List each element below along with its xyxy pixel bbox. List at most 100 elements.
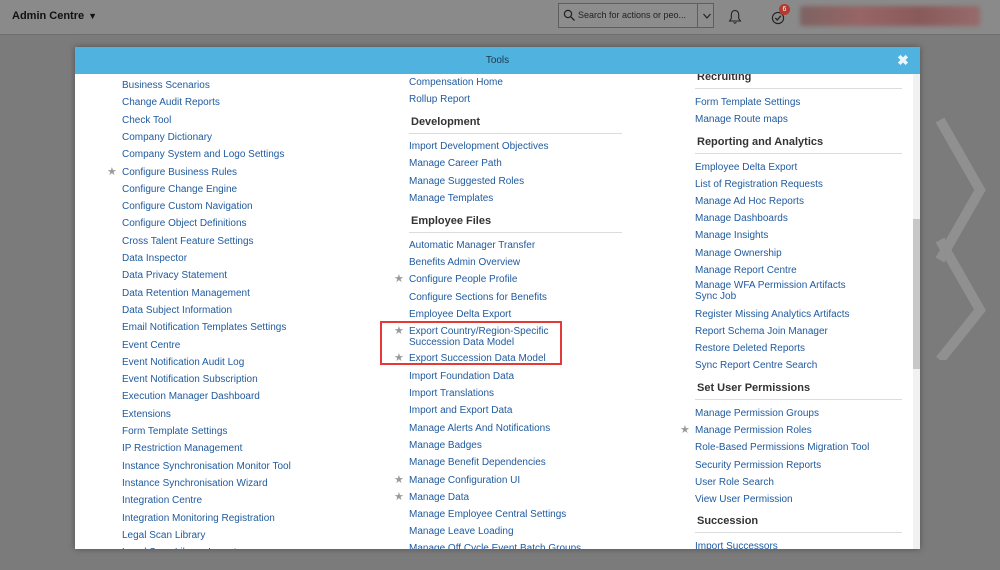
tool-link[interactable]: Import Translations bbox=[409, 388, 494, 399]
tool-link[interactable]: Manage Badges bbox=[409, 440, 482, 451]
tool-link-label: Employee Delta Export bbox=[695, 162, 798, 173]
tool-link[interactable]: Event Notification Audit Log bbox=[122, 357, 244, 368]
tool-link[interactable]: Extensions bbox=[122, 409, 171, 420]
tool-link[interactable]: Manage Leave Loading bbox=[409, 526, 514, 537]
tool-link[interactable]: Integration Monitoring Registration bbox=[122, 513, 275, 524]
scrollbar-thumb[interactable] bbox=[913, 219, 920, 369]
tool-link[interactable]: Manage Benefit Dependencies bbox=[409, 457, 546, 468]
tool-link[interactable]: Manage Permission Groups bbox=[695, 408, 819, 419]
tool-link[interactable]: Security Permission Reports bbox=[695, 460, 821, 471]
tool-link[interactable]: IP Restriction Management bbox=[122, 443, 242, 454]
tool-link[interactable]: Register Missing Analytics Artifacts bbox=[695, 309, 870, 320]
tool-link[interactable]: Role-Based Permissions Migration Tool bbox=[695, 442, 869, 453]
tool-link[interactable]: Employee Delta Export bbox=[695, 162, 797, 173]
tool-link-label: View User Permission bbox=[695, 494, 793, 505]
tool-link-label: Configure Sections for Benefits bbox=[409, 292, 547, 303]
tool-link[interactable]: Data Privacy Statement bbox=[122, 270, 227, 281]
favorite-star-icon[interactable]: ★ bbox=[394, 274, 404, 285]
tool-link[interactable]: Manage Report Centre bbox=[695, 265, 797, 276]
tool-link[interactable]: Manage WFA Permission Artifacts Sync Job bbox=[695, 280, 870, 302]
tool-link[interactable]: Event Notification Subscription bbox=[122, 374, 258, 385]
tool-link[interactable]: Configure Custom Navigation bbox=[122, 201, 253, 212]
tool-link[interactable]: Employee Delta Export bbox=[409, 309, 511, 320]
favorite-star-icon[interactable]: ★ bbox=[394, 326, 404, 337]
favorite-star-icon[interactable]: ★ bbox=[394, 353, 404, 364]
tool-link[interactable]: Data Inspector bbox=[122, 253, 187, 264]
tool-link[interactable]: Legal Scan Library Import bbox=[122, 547, 237, 549]
tool-link[interactable]: Rollup Report bbox=[409, 94, 470, 105]
tool-link[interactable]: Manage Alerts And Notifications bbox=[409, 423, 550, 434]
chevron-down-icon[interactable] bbox=[702, 11, 712, 21]
tool-link[interactable]: Event Centre bbox=[122, 340, 180, 351]
favorite-star-icon[interactable]: ★ bbox=[394, 492, 404, 503]
tool-link[interactable]: Manage Employee Central Settings bbox=[409, 509, 566, 520]
tool-link[interactable]: Benefits Admin Overview bbox=[409, 257, 520, 268]
tool-link[interactable]: Form Template Settings bbox=[695, 97, 800, 108]
tool-link[interactable]: Manage Dashboards bbox=[695, 213, 788, 224]
tool-link[interactable]: Execution Manager Dashboard bbox=[122, 391, 260, 402]
tool-link[interactable]: Import Foundation Data bbox=[409, 371, 514, 382]
tool-link[interactable]: Manage Off Cycle Event Batch Groups bbox=[409, 543, 581, 549]
tool-link[interactable]: Company System and Logo Settings bbox=[122, 149, 284, 160]
tool-link[interactable]: Data Retention Management bbox=[122, 288, 250, 299]
tool-link[interactable]: ★ Configure People Profile bbox=[394, 274, 517, 286]
tool-link[interactable]: Check Tool bbox=[122, 115, 171, 126]
tool-link[interactable]: Manage Career Path bbox=[409, 158, 502, 169]
tool-link[interactable]: Email Notification Templates Settings bbox=[122, 322, 286, 333]
tool-link-label: Manage Ownership bbox=[695, 248, 782, 259]
tool-link[interactable]: Manage Templates bbox=[409, 193, 493, 204]
bell-icon[interactable] bbox=[728, 9, 742, 25]
search-input[interactable]: Search for actions or peo... bbox=[578, 10, 696, 20]
tool-link[interactable]: View User Permission bbox=[695, 494, 793, 505]
tool-link[interactable]: List of Registration Requests bbox=[695, 179, 823, 190]
close-icon[interactable]: ✖ bbox=[896, 53, 910, 67]
tool-link[interactable]: Cross Talent Feature Settings bbox=[122, 236, 254, 247]
tool-link-label: Manage Permission Roles bbox=[695, 425, 812, 437]
tool-link[interactable]: Change Audit Reports bbox=[122, 97, 220, 108]
tool-link[interactable]: Manage Insights bbox=[695, 230, 768, 241]
tool-link[interactable]: Manage Ad Hoc Reports bbox=[695, 196, 804, 207]
tool-link[interactable]: Company Dictionary bbox=[122, 132, 212, 143]
tool-link-label: Cross Talent Feature Settings bbox=[122, 235, 254, 247]
tool-link[interactable]: Instance Synchronisation Wizard bbox=[122, 478, 268, 489]
favorite-star-icon[interactable]: ★ bbox=[680, 425, 690, 436]
tool-link[interactable]: ★ Manage Configuration UI bbox=[394, 475, 520, 487]
tool-link[interactable]: Data Subject Information bbox=[122, 305, 232, 316]
tool-link[interactable]: Legal Scan Library bbox=[122, 530, 205, 541]
tool-link[interactable]: ★ Export Succession Data Model bbox=[394, 353, 546, 365]
tool-link[interactable]: ★ Manage Data bbox=[394, 492, 469, 504]
tool-link-label: Manage Alerts And Notifications bbox=[409, 423, 551, 434]
tool-link[interactable]: User Role Search bbox=[695, 477, 774, 488]
favorite-star-icon[interactable]: ★ bbox=[394, 475, 404, 486]
caret-down-icon: ▼ bbox=[88, 11, 98, 21]
tool-link[interactable]: Compensation Home bbox=[409, 77, 503, 88]
tool-link[interactable]: Manage Route maps bbox=[695, 114, 788, 125]
tool-link[interactable]: ★ Configure Business Rules bbox=[107, 166, 237, 178]
tool-link[interactable]: Integration Centre bbox=[122, 495, 202, 506]
tool-link[interactable]: Business Scenarios bbox=[122, 80, 210, 91]
tool-link[interactable]: Import Development Objectives bbox=[409, 141, 549, 152]
app-title-menu[interactable]: Admin Centre ▼ bbox=[12, 10, 97, 22]
tool-link[interactable]: Import Successors bbox=[695, 541, 778, 549]
tool-link[interactable]: Configure Sections for Benefits bbox=[409, 292, 547, 303]
tool-link[interactable]: Instance Synchronisation Monitor Tool bbox=[122, 461, 291, 472]
tool-link[interactable]: Restore Deleted Reports bbox=[695, 343, 805, 354]
tool-link[interactable]: ★ Manage Permission Roles bbox=[680, 425, 812, 437]
tool-link-label: Instance Synchronisation Wizard bbox=[122, 477, 268, 489]
user-profile-button[interactable] bbox=[800, 6, 980, 26]
tool-link[interactable]: ★ Export Country/Region-Specific Successi… bbox=[394, 326, 559, 349]
tool-link[interactable]: Manage Ownership bbox=[695, 248, 782, 259]
tool-link[interactable]: Automatic Manager Transfer bbox=[409, 240, 535, 251]
tool-link[interactable]: Configure Object Definitions bbox=[122, 218, 247, 229]
tool-link[interactable]: Form Template Settings bbox=[122, 426, 227, 437]
search-box[interactable]: Search for actions or peo... bbox=[558, 3, 714, 28]
tool-link[interactable]: Manage Suggested Roles bbox=[409, 176, 524, 187]
notification-badge: 6 bbox=[779, 4, 790, 15]
tool-link[interactable]: Sync Report Centre Search bbox=[695, 360, 817, 371]
tool-link[interactable]: Report Schema Join Manager bbox=[695, 326, 828, 337]
tool-link[interactable]: Configure Change Engine bbox=[122, 184, 237, 195]
shell-bar: Admin Centre ▼ Search for actions or peo.… bbox=[0, 0, 1000, 35]
tool-link[interactable]: Import and Export Data bbox=[409, 405, 512, 416]
section-divider bbox=[409, 133, 622, 134]
favorite-star-icon[interactable]: ★ bbox=[107, 166, 117, 178]
